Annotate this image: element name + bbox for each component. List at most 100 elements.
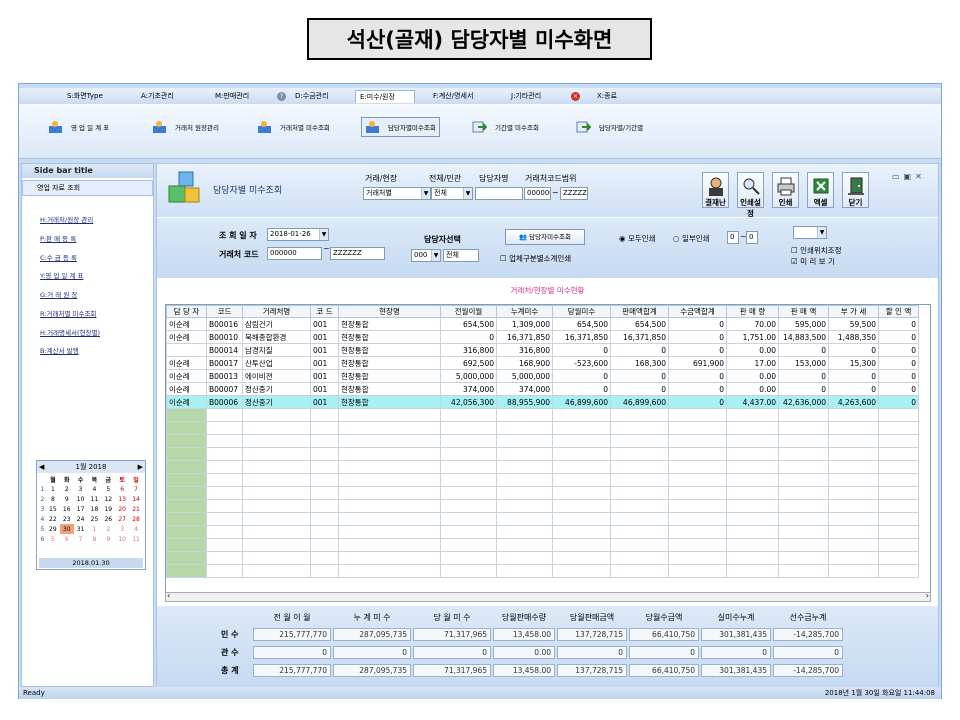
ribbon-daily-report[interactable]: 영 업 일 계 표 [45, 117, 112, 137]
sidebar-item-tax-invoice[interactable]: B:계산서 발행 [40, 345, 79, 355]
calendar-day[interactable]: 31 [74, 524, 88, 534]
grid-column-header[interactable]: 전월이월 [440, 305, 497, 318]
tab-screen-type[interactable]: S:화면Type [63, 90, 107, 103]
calendar-day[interactable]: 10 [115, 534, 129, 544]
ribbon-ledger[interactable]: 거래처 원장관리 [149, 117, 222, 137]
tab-sales[interactable]: M:판매관리 [211, 90, 253, 103]
grid-column-header[interactable]: 당월미수 [552, 305, 611, 318]
approval-button[interactable]: 결재난 [702, 172, 729, 208]
table-row[interactable]: 이순례 B00010 북해종합환경 001 현장통합 0 16,371,850 16,371,… [166, 330, 919, 344]
date-input[interactable]: 2018-01-26 ▼ [267, 228, 329, 241]
calendar-day[interactable]: 7 [129, 484, 143, 494]
sidebar-item-daily[interactable]: Y:영 업 일 계 표 [40, 270, 83, 280]
grid-column-header[interactable]: 수금액합계 [668, 305, 727, 318]
calendar-day[interactable]: 1 [46, 484, 60, 494]
grid-column-header[interactable]: 코드 [206, 305, 243, 318]
table-row[interactable]: B00014 남경지질 001 현장통합 316,800 316,800 0 0 0 0.00 0 0… [166, 343, 919, 357]
preview-checkbox[interactable]: ☑ 미 리 보 기 [791, 256, 835, 267]
print-setup-button[interactable]: 인쇄설정 [737, 172, 764, 218]
part-to-input[interactable]: 0 [746, 231, 758, 244]
grid-column-header[interactable]: 판매액합계 [610, 305, 669, 318]
calendar-day[interactable]: 7 [74, 534, 88, 544]
grid-column-header[interactable]: 담 당 자 [166, 305, 207, 318]
grid-column-header[interactable]: 판 매 량 [726, 305, 779, 318]
part-from-input[interactable]: 0 [727, 231, 739, 244]
calendar-day[interactable]: 26 [101, 514, 115, 524]
sidebar-item-ledger[interactable]: H:거래처/원장 관리 [40, 214, 93, 224]
calendar-day[interactable]: 29 [46, 524, 60, 534]
calendar-day[interactable]: 8 [46, 494, 60, 504]
calendar-day[interactable]: 15 [46, 504, 60, 514]
grid-column-header[interactable]: 부 가 세 [828, 305, 879, 318]
prev-month-icon[interactable]: ◀ [39, 461, 44, 473]
table-row[interactable]: 이순례 B00017 산투산업 001 현장통합 692,500 168,900 -523,6… [166, 356, 919, 370]
calendar-day[interactable]: 4 [129, 524, 143, 534]
calendar-day[interactable]: 8 [88, 534, 102, 544]
table-row[interactable]: 이순례 B00016 삼림건기 001 현장통합 654,500 1,309,000 654,… [166, 317, 919, 331]
sidebar-item-sales[interactable]: P:판 매 등 록 [40, 233, 76, 243]
manager-input[interactable] [475, 187, 523, 200]
calendar-day[interactable]: 28 [129, 514, 143, 524]
calendar-day[interactable]: 11 [129, 534, 143, 544]
grid-column-header[interactable]: 할 인 액 [878, 305, 919, 318]
calendar-day[interactable]: 27 [115, 514, 129, 524]
calendar-day[interactable]: 14 [129, 494, 143, 504]
sidebar-item-receivable[interactable]: R:거래처별 미수조회 [40, 308, 96, 318]
calendar-day[interactable]: 19 [101, 504, 115, 514]
sidebar-group[interactable]: 영업 자료 조회 [22, 180, 153, 196]
scroll-left-icon[interactable]: ‹ [167, 591, 170, 600]
sidebar-item-collection[interactable]: C:수 금 등 록 [40, 252, 77, 262]
table-row[interactable]: 이순례 B00013 에이비젼 001 현장통합 5,000,000 5,000,000 0 0… [166, 369, 919, 383]
calendar-day[interactable]: 9 [101, 534, 115, 544]
window-controls[interactable]: ▭▣✕ [892, 172, 926, 181]
ribbon-manager-receivable[interactable]: 담당자별미수조회 [361, 117, 440, 137]
subtotal-checkbox[interactable]: ☐ 업체구분별소계인쇄 [500, 253, 571, 264]
grid-column-header[interactable]: 거래처명 [242, 305, 311, 318]
next-month-icon[interactable]: ▶ [138, 461, 143, 473]
calendar-day[interactable]: 21 [129, 504, 143, 514]
ribbon-period-receivable[interactable]: 기간별 미수조회 [469, 117, 542, 137]
calendar-day[interactable]: 2 [60, 484, 74, 494]
calendar-day[interactable]: 18 [88, 504, 102, 514]
tab-etc[interactable]: J:기타관리 [507, 90, 545, 103]
type-select[interactable]: 거래처별 ▼ [363, 187, 431, 200]
all-select[interactable]: 전체 ▼ [431, 187, 473, 200]
calendar-day[interactable]: 3 [74, 484, 88, 494]
range-to-input[interactable]: ZZZZZ [560, 187, 588, 200]
calendar-day[interactable]: 9 [60, 494, 74, 504]
calendar-day[interactable]: 3 [115, 524, 129, 534]
position-checkbox[interactable]: ☐ 인쇄위치조정 [791, 245, 842, 256]
close-circle-icon[interactable]: × [571, 90, 580, 103]
table-row[interactable]: 이순례 B00007 정산중기 001 현장통합 374,000 374,000 0 0 0 0.0… [166, 382, 919, 396]
tab-collection[interactable]: D:수금관리 [291, 90, 333, 103]
tab-receivables[interactable]: E:미수/원장 [355, 90, 415, 103]
table-row[interactable]: 이순례 B00006 정산중기 001 현장통합 42,056,300 88,955,900… [166, 395, 919, 409]
calendar-day[interactable]: 1 [88, 524, 102, 534]
help-icon[interactable]: ? [277, 90, 286, 103]
calendar-day[interactable]: 13 [115, 494, 129, 504]
manager-name-input[interactable]: 전체 [443, 249, 479, 262]
calendar-today[interactable]: 2018.01.30 [39, 558, 143, 568]
manager-code-select[interactable]: 000 ▼ [411, 249, 441, 262]
ribbon-manager-period[interactable]: 담당자별/기간별 [573, 117, 646, 137]
calendar-day[interactable]: 4 [88, 484, 102, 494]
print-button[interactable]: 인쇄 [772, 172, 799, 208]
calendar-day[interactable]: 30 [59, 524, 74, 534]
calendar-day[interactable]: 23 [60, 514, 74, 524]
calendar-day[interactable]: 11 [88, 494, 102, 504]
calendar-day[interactable]: 22 [46, 514, 60, 524]
tab-exit[interactable]: X:종료 [593, 90, 621, 103]
calendar-day[interactable]: 12 [101, 494, 115, 504]
calendar-day[interactable]: 2 [101, 524, 115, 534]
calendar-day[interactable]: 6 [115, 484, 129, 494]
sidebar-item-statement[interactable]: H:거래명세서(현장별) [40, 327, 100, 337]
close-button[interactable]: 닫기 [842, 172, 869, 208]
sidebar-item-ledger-g[interactable]: G:거 래 원 장 [40, 289, 77, 299]
tab-basic[interactable]: A:기초관리 [137, 90, 178, 103]
code-to-input[interactable]: ZZZZZZ [330, 247, 385, 260]
calendar-day[interactable]: 20 [115, 504, 129, 514]
radio-print-all[interactable]: ◉ 모두인쇄 [619, 233, 656, 244]
calendar-day[interactable]: 5 [101, 484, 115, 494]
scroll-right-icon[interactable]: › [926, 591, 929, 600]
grid-column-header[interactable]: 코 드 [310, 305, 339, 318]
